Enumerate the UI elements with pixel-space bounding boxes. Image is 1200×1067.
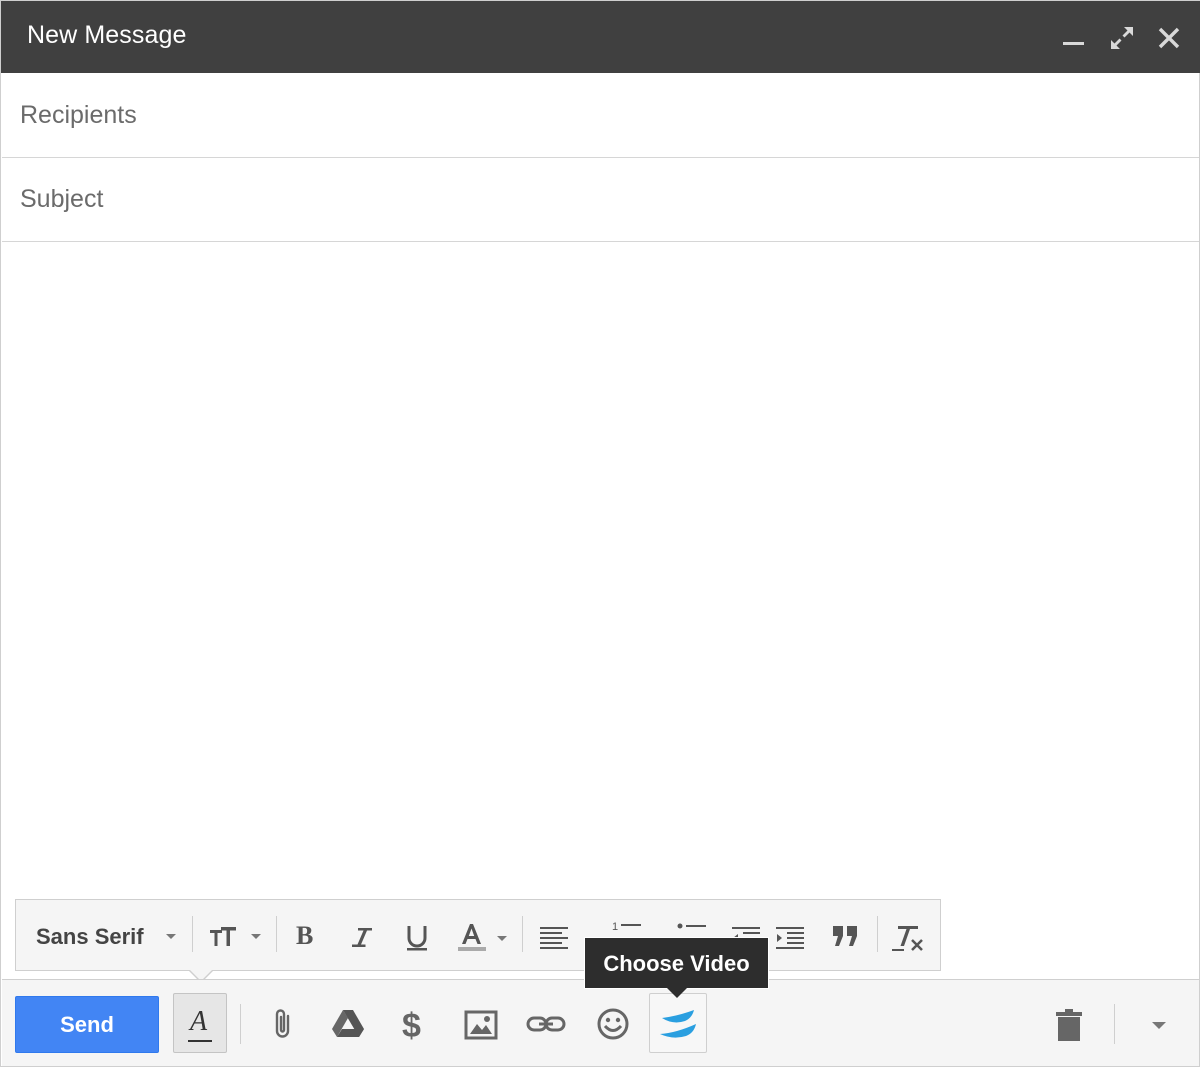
attach-icon[interactable] (264, 1004, 304, 1044)
chevron-down-icon (497, 936, 507, 941)
money-icon[interactable]: $ (394, 1004, 434, 1044)
font-family-select[interactable]: Sans Serif (36, 924, 144, 950)
divider (192, 916, 193, 952)
indent-more-icon[interactable] (772, 916, 812, 956)
video-icon (660, 1010, 696, 1038)
message-body[interactable] (2, 243, 1199, 893)
drive-icon[interactable] (328, 1004, 368, 1044)
divider (877, 916, 878, 952)
choose-video-button[interactable] (649, 993, 707, 1053)
title-bar[interactable]: New Message (1, 1, 1200, 73)
italic-icon[interactable] (345, 916, 381, 956)
tooltip-arrow (667, 988, 687, 998)
minimize-icon[interactable] (1059, 23, 1089, 53)
underline-icon[interactable] (399, 916, 435, 956)
subject-input[interactable] (20, 158, 1180, 241)
bold-icon[interactable]: B (296, 921, 313, 951)
emoji-icon[interactable] (593, 1004, 633, 1044)
formatting-options-button[interactable]: A (173, 993, 227, 1053)
close-icon[interactable] (1154, 23, 1184, 53)
chevron-down-icon (166, 934, 176, 939)
align-icon[interactable] (536, 916, 576, 956)
expand-icon[interactable] (1107, 23, 1137, 53)
divider (1114, 1004, 1115, 1044)
recipients-row (2, 73, 1199, 158)
tooltip: Choose Video (584, 937, 769, 989)
chevron-down-icon (251, 934, 261, 939)
svg-text:1: 1 (612, 921, 618, 933)
remove-formatting-icon[interactable] (888, 916, 932, 956)
formatting-toolbar: Sans Serif B 1 (15, 899, 941, 971)
subject-row (2, 158, 1199, 242)
formatting-options-icon: A (190, 1006, 208, 1037)
font-size-icon[interactable] (206, 916, 246, 956)
recipients-input[interactable] (20, 73, 1180, 157)
divider (240, 1004, 241, 1044)
divider (276, 916, 277, 952)
text-color-icon[interactable] (452, 916, 492, 956)
divider (522, 916, 523, 952)
underline-bar (188, 1040, 212, 1042)
window-title: New Message (27, 21, 187, 49)
photo-icon[interactable] (461, 1004, 501, 1044)
tooltip-text: Choose Video (603, 951, 750, 976)
trash-icon[interactable] (1049, 1006, 1089, 1046)
send-button[interactable]: Send (15, 996, 159, 1053)
action-bar: Send A $ (2, 979, 1199, 1066)
compose-window: New Message Sans Serif B (0, 0, 1200, 1067)
quote-icon[interactable] (828, 916, 868, 956)
more-options-icon[interactable] (1152, 1022, 1166, 1029)
link-icon[interactable] (526, 1004, 566, 1044)
svg-text:$: $ (402, 1007, 421, 1044)
